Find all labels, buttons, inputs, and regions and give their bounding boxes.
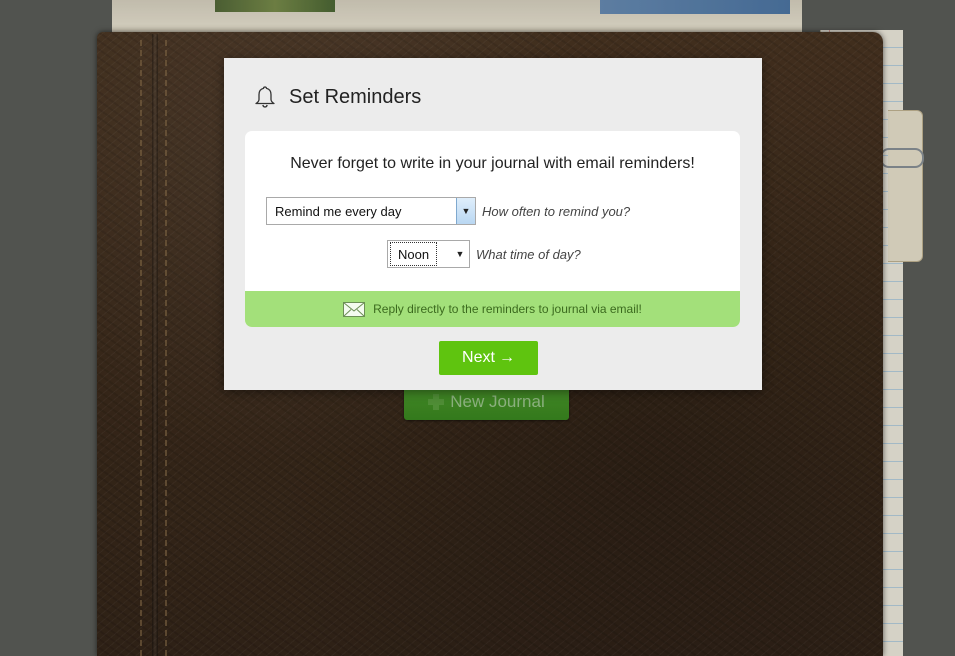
dropdown-arrow-icon[interactable]: ▼ [456,198,475,224]
frequency-select-value: Remind me every day [275,203,402,219]
modal-title: Set Reminders [289,85,422,108]
time-select[interactable]: Noon ▼ [387,240,470,268]
modal-header: Set Reminders [253,85,421,109]
frequency-hint: How often to remind you? [482,203,631,219]
reminders-modal: Set Reminders Never forget to write in y… [224,58,762,390]
time-select-value: Noon [390,242,438,266]
modal-body: Never forget to write in your journal wi… [245,131,740,327]
dropdown-arrow-icon[interactable]: ▼ [451,241,469,267]
reminder-headline: Never forget to write in your journal wi… [290,155,695,172]
next-button[interactable]: Next → [439,341,538,375]
email-reply-banner: Reply directly to the reminders to journ… [245,291,740,327]
frequency-select[interactable]: Remind me every day ▼ [266,197,476,225]
envelope-icon [343,301,366,317]
banner-text: Reply directly to the reminders to journ… [373,302,642,316]
time-hint: What time of day? [476,246,581,262]
next-button-label: Next [462,349,495,366]
time-row: Noon ▼ What time of day? [387,240,581,268]
frequency-row: Remind me every day ▼ How often to remin… [266,197,630,225]
bell-icon [255,86,275,108]
arrow-right-icon: → [498,349,515,366]
